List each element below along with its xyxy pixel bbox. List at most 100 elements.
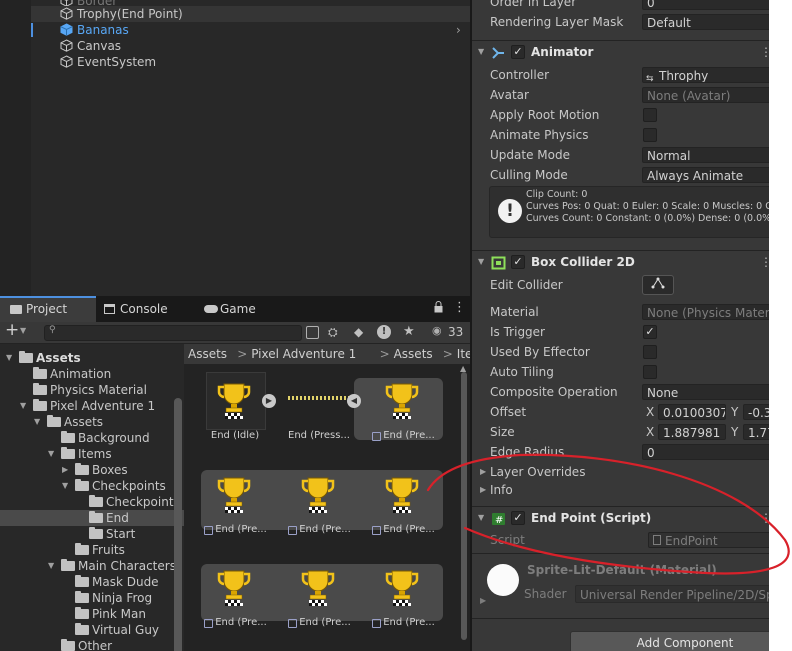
foldout-arrow-icon[interactable]: ▼ [6,350,12,366]
component-menu-icon[interactable]: ⋮ [760,41,769,63]
asset-item[interactable]: End (Pre... [202,559,267,629]
component-header[interactable]: ▼ ✓ Box Collider 2D ⋮ [472,250,769,272]
tree-item-start[interactable]: Start [0,526,184,542]
search-by-type-icon[interactable] [306,326,319,339]
eye-icon[interactable]: ◉ [432,324,442,337]
tree-item-physics-material[interactable]: Physics Material [0,382,184,398]
foldout-arrow-icon[interactable]: ▶ [480,462,486,482]
foldout-arrow-icon[interactable]: ▼ [478,251,484,273]
kebab-menu-icon[interactable]: ⋮ [453,300,466,315]
component-menu-icon[interactable]: ⋮ [760,507,769,529]
asset-item[interactable]: ◀ End (Press... [286,372,361,442]
component-header[interactable]: ▼ ✓ Animator ⋮ [472,40,769,62]
property-value-field[interactable]: Always Animate [642,167,769,183]
asset-item[interactable]: End (Pre... [370,559,435,629]
checkbox[interactable] [643,108,657,122]
foldout-layer-overrides[interactable]: ▶ Layer Overrides [472,462,769,482]
tree-item-pixel-adventure-1[interactable]: ▼ Pixel Adventure 1 [0,398,184,414]
tree-item-assets[interactable]: ▼ Assets [0,350,184,366]
tree-item-virtual-guy[interactable]: Virtual Guy [0,622,184,638]
tree-item-ninja-frog[interactable]: Ninja Frog [0,590,184,606]
foldout-arrow-icon[interactable]: ▼ [48,558,54,574]
checkbox[interactable] [643,365,657,379]
property-value-field[interactable]: 0 [642,444,769,460]
tree-item-background[interactable]: Background [0,430,184,446]
grid-scrollbar[interactable] [461,372,467,640]
play-icon[interactable]: ▶ [262,394,276,408]
favorite-star-icon[interactable]: ★ [403,324,415,339]
hierarchy-item[interactable]: EventSystem [31,54,470,70]
tree-scrollbar[interactable] [174,398,182,651]
component-enabled-checkbox[interactable]: ✓ [511,511,525,525]
tree-item-fruits[interactable]: Fruits [0,542,184,558]
foldout-info[interactable]: ▶ Info [472,480,769,500]
property-value-field[interactable]: 0 [642,0,769,10]
checkbox[interactable]: ✓ [643,325,657,339]
asset-item[interactable]: End (Pre... [370,466,435,536]
breadcrumb-item[interactable]: Assets [394,344,433,364]
breadcrumb-item[interactable]: Assets [188,344,227,364]
tree-item-checkpoints[interactable]: ▼ Checkpoints [0,478,184,494]
tree-item-items[interactable]: ▼ Items [0,446,184,462]
tree-item-pink-man[interactable]: Pink Man [0,606,184,622]
tree-item-checkpoint[interactable]: Checkpoint [0,494,184,510]
search-input[interactable]: ⚲ [44,325,302,341]
foldout-arrow-icon[interactable]: ▼ [48,446,54,462]
foldout-arrow-icon[interactable]: ▶ [480,596,486,605]
property-value-field[interactable]: 1.77 [743,424,769,440]
create-add-button[interactable]: + [5,320,19,340]
chevron-right-icon[interactable]: › [456,22,461,38]
tree-item-assets[interactable]: ▼ Assets [0,414,184,430]
rewind-icon[interactable]: ◀ [347,394,361,408]
shader-dropdown[interactable]: Universal Render Pipeline/2D/Sprit [575,585,769,603]
asset-item[interactable]: ▶ End (Idle) [202,372,276,442]
label-filter-icon[interactable]: ◆ [354,325,363,339]
log-filter-icon[interactable]: ! [377,325,391,339]
component-enabled-checkbox[interactable]: ✓ [511,255,525,269]
tab-console[interactable]: Console [96,296,192,322]
component-enabled-checkbox[interactable]: ✓ [511,45,525,59]
foldout-arrow-icon[interactable]: ▼ [20,398,26,414]
property-value-field[interactable]: None (Physics Materia [642,304,769,320]
tree-item-mask-dude[interactable]: Mask Dude [0,574,184,590]
chevron-down-icon[interactable]: ▼ [20,326,26,335]
lock-icon[interactable] [434,301,443,313]
checkbox[interactable] [643,128,657,142]
property-value-field[interactable]: Default [642,14,769,30]
tab-game[interactable]: Game [196,296,286,322]
component-header[interactable]: ▼ # ✓ End Point (Script) ⋮ [472,506,769,528]
asset-item[interactable]: End (Pre... [286,466,351,536]
tree-item-animation[interactable]: Animation [0,366,184,382]
breadcrumb-item[interactable]: Items [457,344,470,364]
foldout-arrow-icon[interactable]: ▼ [62,478,68,494]
tree-item-end[interactable]: End [0,510,184,526]
breadcrumb-item[interactable]: Pixel Adventure 1 [251,344,356,364]
property-value-field[interactable]: None (Avatar) [642,87,769,103]
hierarchy-item[interactable]: Canvas [31,38,470,54]
property-value-field[interactable]: -0.3 [743,404,769,420]
foldout-arrow-icon[interactable]: ▼ [34,414,40,430]
foldout-arrow-icon[interactable]: ▶ [62,462,68,478]
tree-item-main-characters[interactable]: ▼ Main Characters [0,558,184,574]
component-menu-icon[interactable]: ⋮ [760,251,769,273]
scroll-up-arrow-icon[interactable]: ▲ [460,364,466,373]
tree-item-boxes[interactable]: ▶ Boxes [0,462,184,478]
property-value-field[interactable]: Throphy [642,67,769,83]
add-component-button[interactable]: Add Component [570,631,769,651]
checkbox[interactable] [643,345,657,359]
edit-collider-button[interactable] [642,275,674,295]
foldout-arrow-icon[interactable]: ▼ [478,507,484,529]
asset-item[interactable]: End (Pre... [202,466,267,536]
foldout-arrow-icon[interactable]: ▶ [480,480,486,500]
property-value-field[interactable]: 1.887981 [658,424,726,440]
property-value-field[interactable]: Normal [642,147,769,163]
hierarchy-item[interactable]: Bananas › [31,22,470,38]
foldout-arrow-icon[interactable]: ▼ [478,41,484,63]
asset-item[interactable]: End (Pre... [370,372,435,442]
property-value-field[interactable]: 0.0100307 [658,404,726,420]
asset-item[interactable]: End (Pre... [286,559,351,629]
property-value-field[interactable]: None [642,384,769,400]
filter-type-icon[interactable]: ⛭ [328,325,338,340]
tab-project[interactable]: Project [0,296,96,322]
tree-item-other[interactable]: Other [0,638,184,651]
